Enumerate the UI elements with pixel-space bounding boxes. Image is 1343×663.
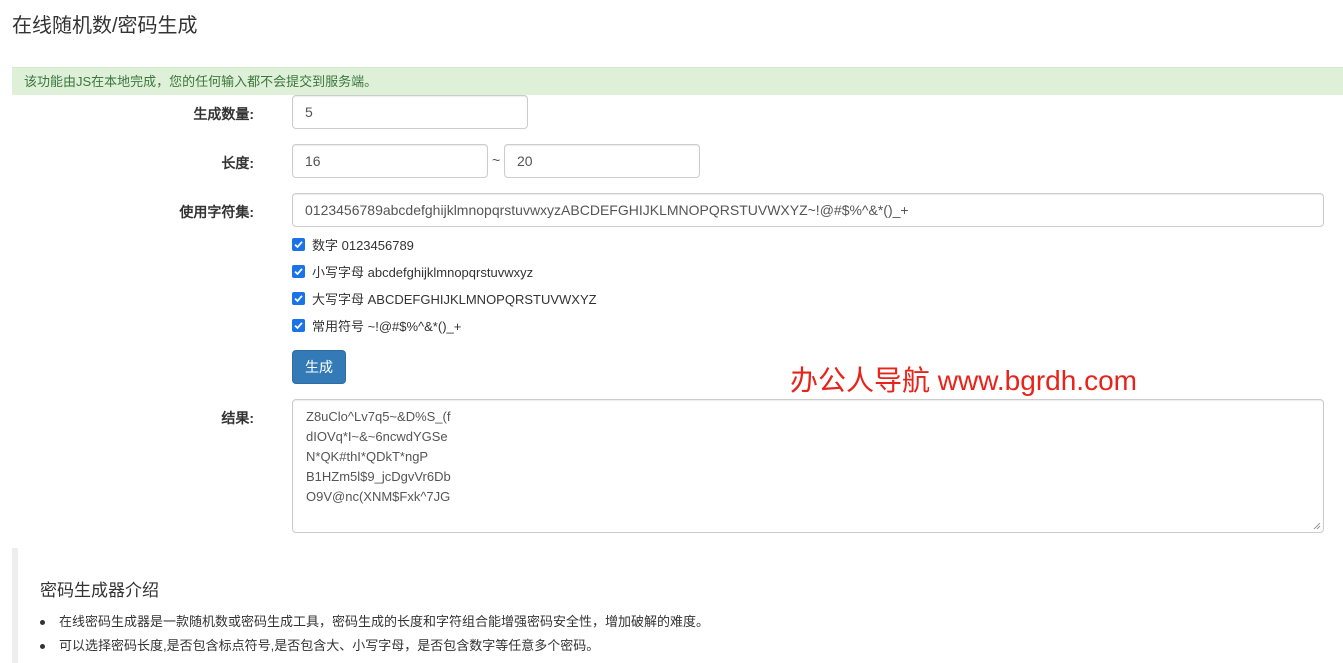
length-min-input[interactable]	[292, 144, 488, 178]
intro-section: 密码生成器介绍 在线密码生成器是一款随机数或密码生成工具，密码生成的长度和字符组…	[12, 548, 1343, 663]
charset-label: 使用字符集:	[179, 204, 254, 220]
result-line: O9V@nc(XNM$Fxk^7JG	[306, 489, 451, 504]
result-line: B1HZm5l$9_jcDgvVr6Db	[306, 469, 451, 484]
option-uppercase[interactable]: 大写字母 ABCDEFGHIJKLMNOPQRSTUVWXYZ	[292, 288, 597, 308]
result-line: N*QK#thI*QDkT*ngP	[306, 449, 429, 464]
option-digits[interactable]: 数字 0123456789	[292, 234, 414, 254]
option-symbols[interactable]: 常用符号 ~!@#$%^&*()_+	[292, 315, 461, 335]
result-line: dIOVq*I~&~6ncwdYGSe	[306, 429, 448, 444]
generate-button[interactable]: 生成	[292, 350, 346, 384]
resize-grip-icon[interactable]	[1312, 521, 1321, 530]
intro-list: 在线密码生成器是一款随机数或密码生成工具，密码生成的长度和字符组合能增强密码安全…	[40, 610, 709, 658]
result-label: 结果:	[221, 410, 254, 426]
length-max-input[interactable]	[504, 144, 700, 178]
checkbox-checked-icon[interactable]	[292, 318, 305, 332]
option-lowercase-label: 小写字母 abcdefghijklmnopqrstuvwxyz	[312, 264, 534, 280]
checkbox-checked-icon[interactable]	[292, 264, 305, 278]
list-item: 在线密码生成器是一款随机数或密码生成工具，密码生成的长度和字符组合能增强密码安全…	[40, 610, 709, 634]
local-processing-notice: 该功能由JS在本地完成，您的任何输入都不会提交到服务端。	[12, 67, 1343, 95]
watermark-text: 办公人导航 www.bgrdh.com	[790, 365, 1137, 396]
list-item: 可以选择密码长度,是否包含标点符号,是否包含大、小写字母，是否包含数字等任意多个…	[40, 634, 709, 658]
length-label: 长度:	[221, 155, 254, 171]
charset-input[interactable]	[292, 193, 1324, 227]
option-digits-label: 数字 0123456789	[312, 237, 414, 253]
intro-title: 密码生成器介绍	[40, 581, 159, 600]
count-input[interactable]	[292, 95, 528, 129]
result-textarea[interactable]: Z8uClo^Lv7q5~&D%S_(f dIOVq*I~&~6ncwdYGSe…	[292, 399, 1324, 533]
page-title: 在线随机数/密码生成	[12, 15, 198, 37]
intro-item-text: 可以选择密码长度,是否包含标点符号,是否包含大、小写字母，是否包含数字等任意多个…	[59, 638, 600, 653]
count-label: 生成数量:	[193, 106, 254, 122]
option-uppercase-label: 大写字母 ABCDEFGHIJKLMNOPQRSTUVWXYZ	[312, 291, 597, 307]
bullet-icon	[40, 643, 45, 649]
option-symbols-label: 常用符号 ~!@#$%^&*()_+	[312, 318, 462, 334]
checkbox-checked-icon[interactable]	[292, 237, 305, 251]
result-line: Z8uClo^Lv7q5~&D%S_(f	[306, 409, 451, 424]
checkbox-checked-icon[interactable]	[292, 291, 305, 305]
bullet-icon	[40, 619, 45, 625]
option-lowercase[interactable]: 小写字母 abcdefghijklmnopqrstuvwxyz	[292, 261, 533, 281]
length-separator: ~	[492, 152, 501, 168]
intro-item-text: 在线密码生成器是一款随机数或密码生成工具，密码生成的长度和字符组合能增强密码安全…	[59, 614, 710, 629]
